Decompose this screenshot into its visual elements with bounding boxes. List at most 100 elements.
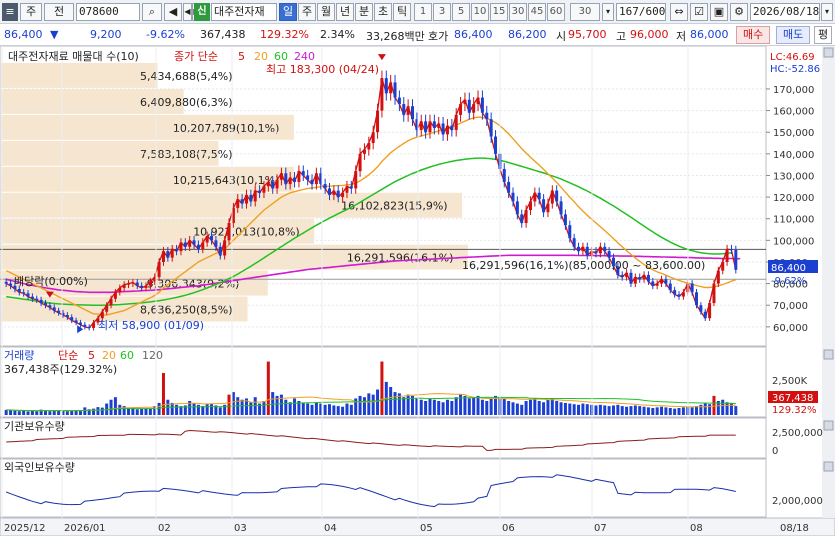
institution-legend: 기관보유수량 [4, 420, 65, 433]
minute-tab-30[interactable]: 30 [509, 3, 527, 21]
chevron-down-icon[interactable]: ▾ [602, 3, 614, 21]
period-tab-6[interactable]: 틱 [393, 3, 411, 21]
volume-bar-33 [148, 408, 152, 415]
candle-body-73 [323, 184, 327, 189]
candle-body-167 [734, 249, 738, 270]
company-name: 대주전자재 [211, 3, 277, 21]
minute-tab-60[interactable]: 60 [547, 3, 565, 21]
candle-body-133 [585, 246, 589, 256]
zoom-out-button[interactable] [823, 47, 834, 58]
foreign-panel-button[interactable] [823, 461, 834, 472]
candle-body-46 [205, 236, 209, 243]
type-selector[interactable]: 주 [20, 3, 42, 21]
volume-bar-115 [507, 401, 511, 415]
minute-tab-1[interactable]: 1 [414, 3, 432, 21]
volume-bar-31 [140, 408, 144, 415]
volume-bar-155 [681, 407, 685, 415]
volume-bar-77 [341, 406, 345, 415]
volume-bar-97 [428, 398, 432, 415]
candle-body-144 [633, 277, 637, 284]
candle-body-28 [127, 283, 131, 285]
volume-bar-105 [463, 395, 467, 415]
volume-panel-button[interactable] [823, 349, 834, 360]
eval-button[interactable]: 평 [814, 26, 833, 44]
candle-body-135 [594, 251, 598, 254]
sound-icon[interactable]: ◀ [164, 3, 182, 21]
minute-tab-45[interactable]: 45 [528, 3, 546, 21]
inst-panel-button[interactable] [823, 420, 834, 431]
volume-bar-106 [467, 398, 471, 415]
volume-bar-121 [533, 398, 537, 415]
volume-bar-133 [585, 404, 589, 415]
checkbox-icon[interactable]: ☑ [690, 3, 708, 21]
open-price: 95,700 [568, 28, 607, 41]
stock-chart[interactable]: 5,434,688(5,4%) 6,409,880(6,3%) 10,207,789… [0, 46, 835, 536]
candle-body-105 [463, 99, 467, 105]
y-tick-label-0: 60,000 [773, 323, 808, 334]
save-icon[interactable]: ▣ [710, 3, 728, 21]
volume-bar-68 [301, 402, 305, 415]
candle-body-128 [563, 214, 567, 226]
volume-bar-124 [546, 399, 550, 415]
volume-bar-39 [175, 404, 179, 415]
candle-body-65 [288, 177, 292, 185]
period-tab-3[interactable]: 년 [336, 3, 354, 21]
custom-interval[interactable]: 30 [570, 3, 600, 21]
calendar-icon[interactable]: ▾ [821, 3, 833, 21]
x-label-5: 05 [420, 523, 433, 534]
minute-tab-5[interactable]: 5 [452, 3, 470, 21]
volume-bar-149 [655, 407, 659, 415]
y-tick-label-6: 120,000 [773, 193, 814, 204]
minute-tab-15[interactable]: 15 [490, 3, 508, 21]
volume-bar-96 [424, 401, 428, 415]
range-note: 16,291,596(16,1%)(85,000.00 ~ 83,600.00) [462, 259, 705, 272]
high-label: 고 [616, 30, 627, 43]
bar-count-field[interactable]: 167/600 [616, 3, 666, 21]
candle-body-142 [625, 272, 629, 278]
candle-body-10 [48, 305, 52, 308]
candle-body-86 [380, 78, 384, 111]
candle-body-147 [646, 274, 650, 282]
volume-bar-86 [380, 361, 384, 415]
menu-icon[interactable]: ≡ [2, 3, 18, 21]
volume-bar-157 [690, 407, 694, 415]
stock-code-input[interactable]: 078600 [76, 3, 140, 21]
volume-bar-64 [284, 399, 288, 415]
volume-bar-76 [336, 406, 340, 415]
high-marker-label: 최고 183,300 (04/24) [266, 63, 379, 76]
candle-body-23 [105, 305, 109, 312]
sell-button[interactable]: 매도 [776, 26, 811, 44]
volume-bar-5 [26, 411, 30, 415]
mode-selector[interactable]: 전 [44, 3, 74, 21]
prev-stock-icon[interactable]: ◀ [183, 3, 192, 21]
candle-body-22 [100, 311, 104, 319]
gear-icon[interactable]: ⚙ [730, 3, 748, 21]
buy-button[interactable]: 매수 [736, 26, 771, 44]
volume-bar-162 [712, 395, 716, 415]
candle-body-8 [39, 299, 43, 304]
y-tick-label-5: 110,000 [773, 215, 814, 226]
candle-body-20 [92, 322, 96, 328]
volume-bar-30 [135, 409, 139, 415]
candle-body-138 [607, 251, 611, 258]
volume-bar-147 [646, 407, 650, 415]
x-label-7: 07 [594, 523, 607, 534]
fit-icon[interactable]: ⇔ [670, 3, 688, 21]
volume-bar-6 [30, 410, 34, 415]
scrollbar[interactable] [822, 46, 835, 518]
period-tab-1[interactable]: 주 [298, 3, 316, 21]
period-tab-2[interactable]: 월 [317, 3, 335, 21]
search-icon[interactable]: ⌕ [142, 3, 162, 21]
minute-tab-10[interactable]: 10 [471, 3, 489, 21]
candle-body-95 [419, 121, 423, 131]
period-tab-0[interactable]: 일 [279, 3, 297, 21]
ma20-legend: 20 [254, 50, 268, 63]
volume-bar-65 [288, 402, 292, 415]
candle-body-112 [494, 136, 498, 154]
candle-body-106 [467, 99, 471, 113]
date-field[interactable]: 2026/08/18 [750, 3, 820, 21]
period-tab-5[interactable]: 초 [374, 3, 392, 21]
minute-tab-3[interactable]: 3 [433, 3, 451, 21]
period-tab-4[interactable]: 분 [355, 3, 373, 21]
ma240-legend: 240 [294, 50, 315, 63]
